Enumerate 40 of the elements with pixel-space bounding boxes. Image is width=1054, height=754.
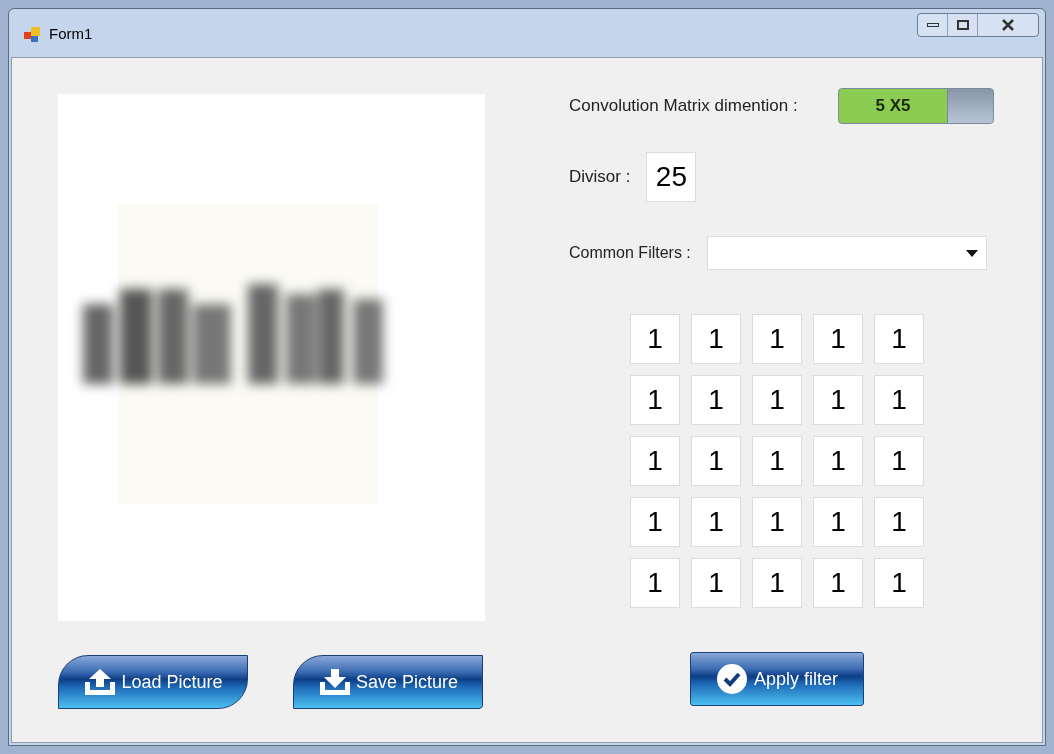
matrix-cell-field[interactable]: 1 [691, 497, 741, 547]
dimension-toggle[interactable]: 5 X5 [838, 88, 994, 124]
matrix-cell-field[interactable]: 1 [813, 558, 863, 608]
field-label: Convolution Matrix dimention : [569, 95, 798, 118]
matrix-cell-field[interactable]: 1 [752, 558, 802, 608]
matrix-cell-field[interactable]: 1 [630, 314, 680, 364]
matrix-cell-field[interactable]: 1 [752, 375, 802, 425]
window-title: Form1 [49, 24, 93, 44]
matrix-cell-field[interactable]: 1 [752, 497, 802, 547]
matrix-cell-field[interactable]: 1 [691, 314, 741, 364]
dropdown-arrow-icon [965, 249, 978, 257]
matrix-cell-field[interactable]: 1 [630, 497, 680, 547]
matrix-cell-field[interactable]: 1 [874, 497, 924, 547]
upload-icon [83, 668, 118, 696]
checkmark-icon [715, 663, 748, 695]
matrix-cell-field[interactable]: 1 [630, 436, 680, 486]
divisor-field[interactable]: 25 [646, 152, 697, 202]
matrix-cell-field[interactable]: 1 [813, 314, 863, 364]
app-icon [23, 25, 41, 44]
matrix-cell-field[interactable]: 1 [874, 375, 924, 425]
download-icon [317, 668, 352, 696]
matrix-cell-field[interactable]: 1 [691, 375, 741, 425]
field-label: Common Filters : [569, 243, 691, 263]
matrix-cell-field[interactable]: 1 [813, 375, 863, 425]
close-icon [1001, 19, 1015, 31]
matrix-cell-field[interactable]: 1 [874, 558, 924, 608]
matrix-cell-field[interactable]: 1 [630, 558, 680, 608]
save-button[interactable]: Save Picture [293, 655, 483, 709]
matrix-cell-field[interactable]: 1 [691, 558, 741, 608]
matrix-cell-field[interactable]: 1 [691, 436, 741, 486]
apply-filter-button[interactable]: Apply filter [690, 652, 864, 706]
field-label: Divisor : [569, 166, 631, 189]
matrix-cell-field[interactable]: 1 [813, 497, 863, 547]
matrix-cell-field[interactable]: 1 [752, 314, 802, 364]
matrix-cell-field[interactable]: 1 [813, 436, 863, 486]
load-button[interactable]: Load Picture [58, 655, 248, 709]
matrix-cell-field[interactable]: 1 [630, 375, 680, 425]
matrix-cell-field[interactable]: 1 [874, 314, 924, 364]
matrix-cell-field[interactable]: 1 [752, 436, 802, 486]
matrix-cell-field[interactable]: 1 [874, 436, 924, 486]
